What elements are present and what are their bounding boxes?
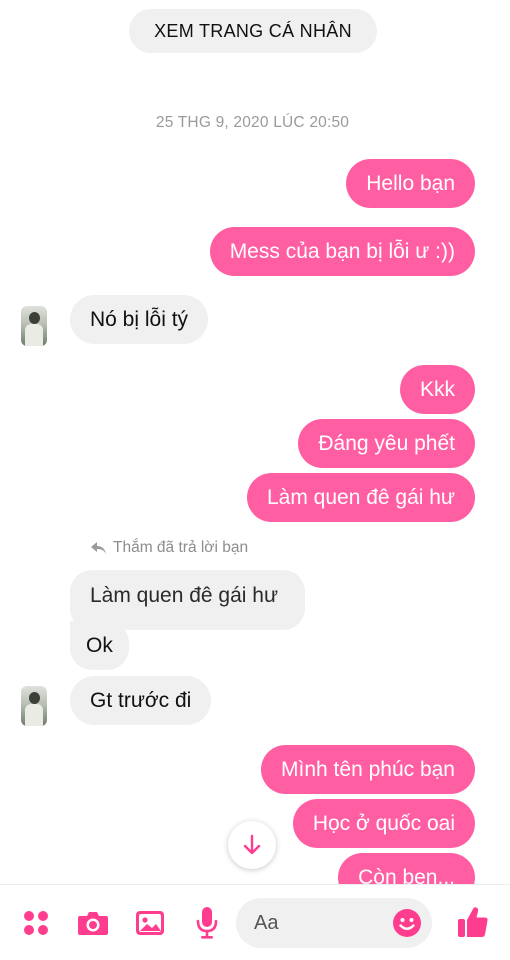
- microphone-icon[interactable]: [193, 905, 221, 941]
- message-bubble-outgoing[interactable]: Kkk: [399, 365, 475, 414]
- message-bubble-incoming[interactable]: Nó bị lỗi tý: [70, 295, 209, 344]
- message-bubble-outgoing[interactable]: Hello bạn: [346, 159, 475, 208]
- message-bubble-outgoing[interactable]: Làm quen đê gái hư: [246, 473, 475, 522]
- apps-icon[interactable]: [22, 909, 50, 937]
- emoji-icon[interactable]: [392, 908, 422, 938]
- message-bubble-incoming[interactable]: Ok: [70, 621, 129, 670]
- scroll-to-bottom-button[interactable]: [228, 821, 276, 869]
- message-bubble-outgoing[interactable]: Mess của bạn bị lỗi ư :)): [209, 227, 475, 276]
- arrow-down-icon: [243, 834, 261, 855]
- contact-avatar[interactable]: [21, 306, 47, 346]
- avatar-body-shape: [25, 704, 43, 726]
- message-bubble-outgoing[interactable]: Đáng yêu phết: [298, 419, 475, 468]
- conversation-timestamp: 25 THG 9, 2020 LÚC 20:50: [155, 114, 350, 131]
- thumbs-up-icon[interactable]: [456, 904, 490, 940]
- avatar-head-shape: [29, 692, 40, 704]
- reply-note: Thắm đã trả lời bạn: [90, 539, 248, 557]
- reply-arrow-icon: [91, 542, 106, 554]
- message-bubble-incoming[interactable]: Gt trước đi: [70, 676, 212, 725]
- message-bubble-outgoing[interactable]: Học ở quốc oai: [292, 799, 475, 848]
- contact-avatar[interactable]: [21, 686, 47, 726]
- view-profile-button[interactable]: XEM TRANG CÁ NHÂN: [129, 9, 377, 53]
- avatar-body-shape: [25, 324, 43, 346]
- message-bubble-outgoing[interactable]: Mình tên phúc bạn: [261, 745, 475, 794]
- reply-note-text: Thắm đã trả lời bạn: [113, 539, 249, 556]
- camera-icon[interactable]: [76, 907, 110, 939]
- image-icon[interactable]: [134, 907, 166, 939]
- avatar-head-shape: [29, 312, 40, 324]
